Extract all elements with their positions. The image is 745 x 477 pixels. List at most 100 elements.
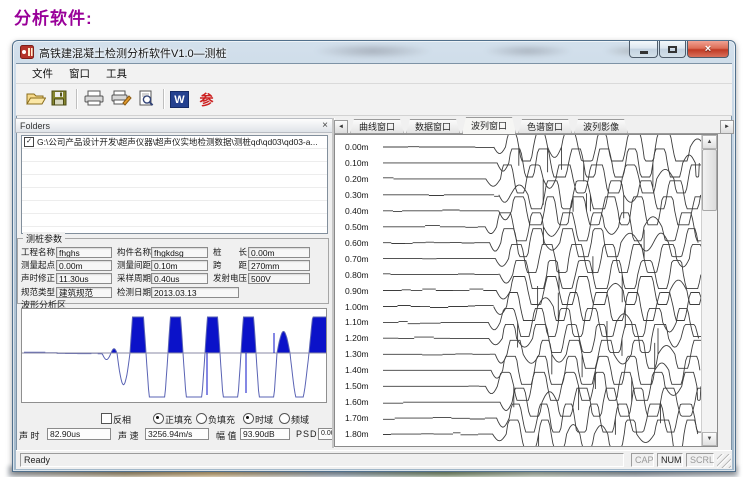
wave-trace xyxy=(383,420,698,447)
maximize-button[interactable] xyxy=(659,41,686,58)
trace-depth-label: 1.60m xyxy=(345,397,369,407)
wave-trace xyxy=(383,256,701,302)
param-field[interactable]: 270mm xyxy=(248,260,310,271)
invert-checkbox[interactable] xyxy=(101,413,112,424)
view-tab-bar: ◄ 曲线窗口 数据窗口 波列窗口 色谱窗口 波列影像 ► xyxy=(334,118,732,134)
freq-domain-radio[interactable] xyxy=(279,413,290,424)
scroll-up-button[interactable]: ▲ xyxy=(702,135,717,149)
param-label: 工程名称 xyxy=(21,247,55,258)
empty-list-row xyxy=(22,188,327,201)
menu-item-file[interactable]: 文件 xyxy=(24,64,61,83)
glass-blur-decoration xyxy=(483,44,573,58)
up-arrow-icon: ▲ xyxy=(707,139,713,145)
trace-depth-label: 0.90m xyxy=(345,286,369,296)
tab-data-window[interactable]: 数据窗口 xyxy=(406,119,460,134)
trace-depth-label: 1.00m xyxy=(345,302,369,312)
file-checkbox[interactable]: ✓ xyxy=(24,137,34,147)
wave-trace xyxy=(383,286,703,328)
wave-traces-svg xyxy=(335,135,703,447)
tab-wavetrain-image[interactable]: 波列影像 xyxy=(574,119,628,134)
glass-blur-decoration xyxy=(313,43,433,59)
trace-depth-label: 0.50m xyxy=(345,222,369,232)
param-field[interactable]: 0.40us xyxy=(151,273,208,284)
print-setup-button[interactable] xyxy=(109,88,132,111)
fill-positive-radio[interactable] xyxy=(153,413,164,424)
save-button[interactable] xyxy=(47,88,70,111)
param-field[interactable]: 500V xyxy=(248,273,310,284)
param-field[interactable]: 0.00m xyxy=(248,247,310,258)
wave-readouts: 声 时 82.90us 声 速 3256.94m/s 幅 值 93.90dB P… xyxy=(13,428,353,442)
toolbar-separator xyxy=(76,89,78,109)
wave-trace xyxy=(383,135,703,172)
sound-speed-field[interactable]: 3256.94m/s xyxy=(145,428,209,440)
wave-trace xyxy=(383,378,703,423)
left-arrow-icon: ◄ xyxy=(338,124,344,130)
close-icon: × xyxy=(705,42,711,57)
preview-magnifier-icon xyxy=(138,90,154,109)
param-field[interactable]: 0.10m xyxy=(151,260,208,271)
print-button[interactable] xyxy=(82,88,105,111)
wave-trace xyxy=(383,293,703,348)
window-titlebar[interactable]: 高铁建混凝土检测分析软件V1.0—测桩 × xyxy=(13,41,735,63)
trace-depth-label: 0.40m xyxy=(345,206,369,216)
param-field[interactable]: fhghs xyxy=(56,247,112,258)
caps-lock-indicator: CAP xyxy=(631,453,654,467)
minimize-button[interactable] xyxy=(629,41,658,58)
param-field[interactable]: fhgkdsg xyxy=(151,247,208,258)
window-title: 高铁建混凝土检测分析软件V1.0—测桩 xyxy=(39,45,227,61)
vertical-scrollbar[interactable]: ▲ ▼ xyxy=(701,135,717,446)
sound-speed-label: 声 速 xyxy=(118,429,139,442)
view-tabs: 曲线窗口 数据窗口 波列窗口 色谱窗口 波列影像 xyxy=(350,118,630,134)
trace-depth-label: 0.10m xyxy=(345,158,369,168)
close-button[interactable]: × xyxy=(687,41,729,58)
menu-item-tools[interactable]: 工具 xyxy=(98,64,135,83)
num-lock-indicator: NUM xyxy=(657,453,683,467)
param-field[interactable]: 0.00m xyxy=(56,260,112,271)
folders-panel-title: Folders xyxy=(20,121,50,131)
export-word-button[interactable]: W xyxy=(168,88,191,111)
param-label: 声时修正 xyxy=(21,273,55,284)
tab-scroll-right-button[interactable]: ► xyxy=(720,120,734,134)
param-label: 跨 距 xyxy=(213,260,247,271)
tab-spectrum-window[interactable]: 色谱窗口 xyxy=(518,119,572,134)
tab-curve-window[interactable]: 曲线窗口 xyxy=(350,119,404,134)
toolbar-separator xyxy=(163,89,165,109)
tab-wavetrain-window[interactable]: 波列窗口 xyxy=(462,117,516,134)
param-field[interactable]: 2013.03.13 xyxy=(151,287,239,298)
wave-display-options: 反相 正填充 负填充 时域 频域 xyxy=(13,412,333,425)
param-field[interactable]: 建筑规范 xyxy=(56,287,112,298)
folders-close-icon[interactable]: × xyxy=(322,121,328,130)
fill-negative-radio[interactable] xyxy=(196,413,207,424)
page-title: 分析软件: xyxy=(14,4,93,29)
reference-button[interactable]: 参 xyxy=(195,88,218,111)
trace-depth-label: 1.40m xyxy=(345,365,369,375)
open-folder-icon xyxy=(26,91,46,109)
analysis-wave-svg xyxy=(22,309,326,402)
amplitude-field[interactable]: 93.90dB xyxy=(240,428,290,440)
trace-depth-label: 1.70m xyxy=(345,413,369,423)
save-floppy-icon xyxy=(51,90,67,109)
freq-domain-label: 频域 xyxy=(291,413,309,426)
menu-item-window[interactable]: 窗口 xyxy=(61,64,98,83)
folders-panel-header: Folders × xyxy=(15,118,333,133)
sound-time-label: 声 时 xyxy=(19,429,40,442)
scroll-down-button[interactable]: ▼ xyxy=(702,432,717,446)
folders-list-item[interactable]: ✓ G:\公司产品设计开发\超声仪器\超声仪实地检测数据\测桩qd\qd03\q… xyxy=(22,136,327,149)
param-label: 测量间距 xyxy=(117,260,151,271)
invert-label: 反相 xyxy=(113,413,131,426)
print-preview-button[interactable] xyxy=(134,88,157,111)
sound-time-field[interactable]: 82.90us xyxy=(47,428,111,440)
resize-grip[interactable] xyxy=(717,454,731,468)
time-domain-radio[interactable] xyxy=(243,413,254,424)
window-controls: × xyxy=(628,41,729,58)
tab-scroll-left-button[interactable]: ◄ xyxy=(334,120,348,134)
maximize-icon xyxy=(668,46,677,53)
screenshot-root: 分析软件: 高铁建混凝土检测分析软件V1.0—测桩 × 文件 窗口 工具 xyxy=(0,0,745,477)
trace-depth-label: 0.00m xyxy=(345,142,369,152)
open-file-button[interactable] xyxy=(24,88,47,111)
reference-char-icon: 参 xyxy=(200,90,214,110)
empty-list-row xyxy=(22,162,327,175)
scroll-thumb[interactable] xyxy=(702,149,717,211)
param-field[interactable]: 11.30us xyxy=(56,273,112,284)
trace-depth-label: 1.30m xyxy=(345,349,369,359)
